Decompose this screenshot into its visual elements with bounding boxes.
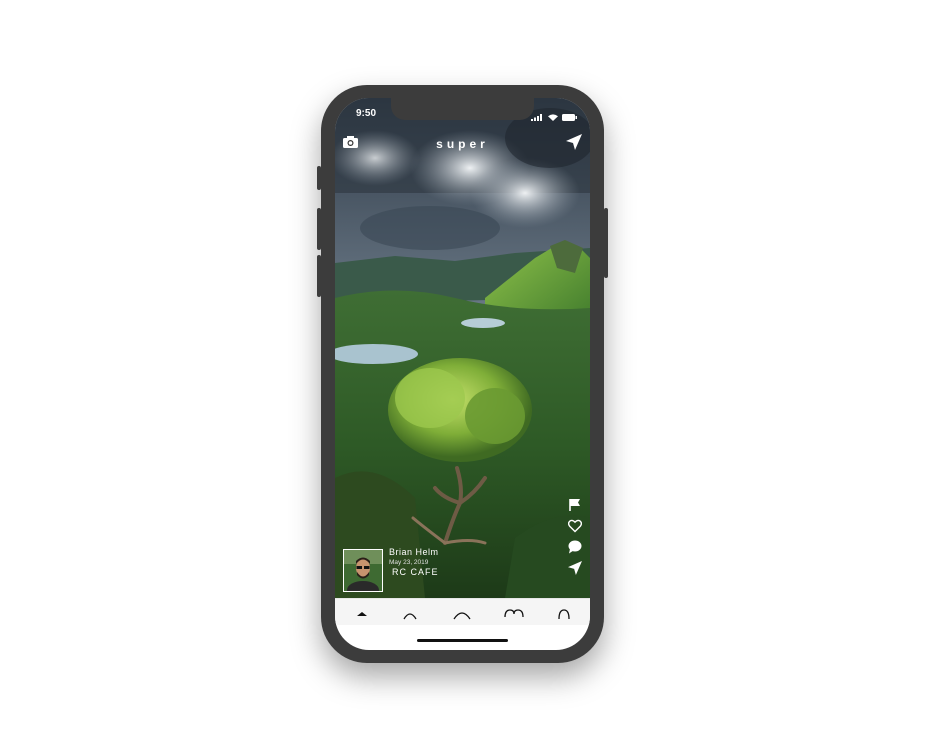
- volume-up-button: [317, 208, 321, 250]
- status-bar: 9:50: [335, 98, 590, 122]
- heart-icon[interactable]: [501, 607, 527, 625]
- home-indicator: [417, 639, 508, 642]
- post-location[interactable]: RC CAFE: [392, 567, 439, 577]
- post-date: May 23, 2019: [389, 559, 429, 566]
- post-actions: [568, 498, 586, 582]
- battery-icon: [562, 114, 577, 122]
- status-icons: [531, 109, 578, 127]
- tab-bar: [335, 598, 590, 625]
- avatar[interactable]: [343, 549, 383, 592]
- heart-icon[interactable]: [568, 519, 582, 533]
- wifi-icon: [547, 114, 558, 122]
- mute-switch: [317, 166, 321, 190]
- comment-icon[interactable]: [568, 540, 582, 554]
- volume-down-button: [317, 255, 321, 297]
- avatar-image: [344, 550, 382, 591]
- author-name[interactable]: Brian Helm: [389, 547, 439, 557]
- post-photo[interactable]: [335, 98, 590, 598]
- camera-icon[interactable]: [449, 607, 475, 625]
- signal-icon: [531, 114, 543, 122]
- send-icon[interactable]: [566, 134, 582, 150]
- share-icon[interactable]: [568, 561, 582, 575]
- status-time: 9:50: [356, 108, 377, 119]
- profile-icon[interactable]: [551, 607, 577, 625]
- app-screen: 9:50 super Brian Helm May 23, 2019 RC CA…: [335, 98, 590, 650]
- flag-icon[interactable]: [568, 498, 582, 512]
- home-icon[interactable]: [349, 607, 375, 625]
- search-icon[interactable]: [397, 607, 423, 625]
- phone-device: 9:50 super Brian Helm May 23, 2019 RC CA…: [317, 85, 608, 663]
- power-button: [604, 208, 608, 278]
- app-brand-title: super: [436, 137, 489, 151]
